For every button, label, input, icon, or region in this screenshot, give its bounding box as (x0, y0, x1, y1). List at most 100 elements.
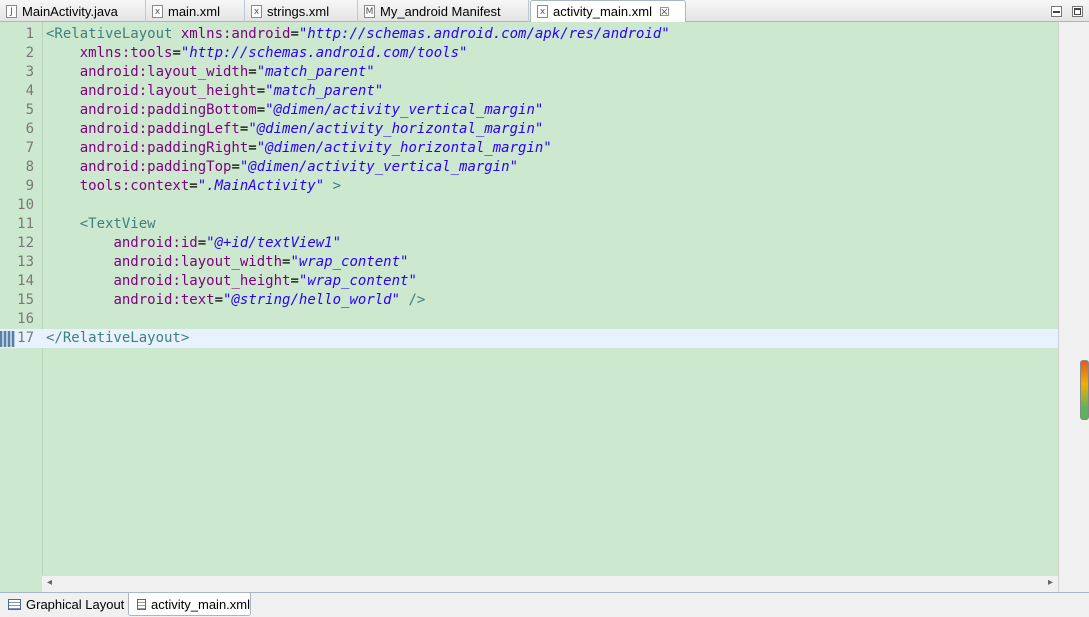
code-line[interactable]: 17 </RelativeLayout> (0, 329, 1058, 348)
xml-value-token: "@dimen/activity_horizontal_margin" (248, 121, 544, 137)
tab-label: activity_main.xml (553, 4, 652, 19)
code-line[interactable]: 7 android:paddingRight="@dimen/activity_… (0, 139, 1058, 158)
code-line[interactable]: 2 xmlns:tools="http://schemas.android.co… (0, 44, 1058, 63)
line-number: 15 (17, 292, 34, 308)
code-text: android:paddingLeft="@dimen/activity_hor… (46, 120, 544, 139)
code-line[interactable]: 4 android:layout_height="match_parent" (0, 82, 1058, 101)
xml-value-token: "@dimen/activity_vertical_margin" (239, 159, 519, 175)
code-text: android:layout_height="wrap_content" (46, 272, 417, 291)
code-line[interactable]: 11 <TextView (0, 215, 1058, 234)
text-token: = (231, 159, 240, 175)
layout-icon (8, 599, 21, 610)
line-number: 17 (17, 330, 34, 346)
text-token: = (248, 140, 257, 156)
xml-file-icon: x (152, 4, 163, 18)
text-token: = (290, 273, 299, 289)
code-text: android:layout_width="wrap_content" (46, 253, 408, 272)
tab-activity-main-xml[interactable]: x activity_main.xml ☒ (530, 0, 686, 22)
code-text: <TextView (46, 215, 156, 234)
tab-xml-source[interactable]: activity_main.xml (128, 593, 251, 616)
code-line[interactable]: 16 (0, 310, 1058, 329)
xml-value-token: "match_parent" (265, 83, 384, 99)
code-line[interactable]: 9 tools:context=".MainActivity" > (0, 177, 1058, 196)
line-number: 3 (25, 64, 34, 80)
xml-source-icon (137, 598, 147, 610)
line-number: 10 (17, 197, 34, 213)
code-line[interactable]: 3 android:layout_width="match_parent" (0, 63, 1058, 82)
text-token: = (214, 292, 224, 308)
text-token: = (197, 235, 207, 251)
scroll-left-arrow-icon[interactable]: ◂ (47, 577, 52, 588)
line-number: 6 (25, 121, 34, 137)
text-token: = (256, 83, 266, 99)
code-area[interactable]: 1 <RelativeLayout xmlns:android="http://s… (0, 25, 1058, 348)
xml-tag-token: /> (400, 292, 426, 308)
line-number: 8 (25, 159, 34, 175)
line-number: 1 (25, 26, 34, 42)
xml-attribute-token: android:paddingBottom (79, 102, 257, 118)
tab-graphical-layout[interactable]: Graphical Layout (0, 593, 128, 616)
xml-attribute-token: android:layout_height (79, 83, 257, 99)
maximize-button[interactable] (1072, 5, 1083, 17)
line-number: 16 (17, 311, 34, 327)
close-tab-icon[interactable]: ☒ (659, 5, 670, 19)
text-token: = (189, 178, 198, 194)
code-line[interactable]: 8 android:paddingTop="@dimen/activity_ve… (0, 158, 1058, 177)
xml-attribute-token: android:layout_width (79, 64, 249, 80)
xml-attribute-token: android:layout_height (113, 273, 291, 289)
tab-strings-xml[interactable]: x strings.xml (245, 0, 358, 22)
java-file-icon: J (6, 4, 17, 18)
tab-android-manifest[interactable]: M My_android Manifest (358, 0, 529, 22)
text-token: = (248, 64, 257, 80)
xml-value-token: "@+id/textView1" (206, 235, 342, 251)
xml-tag-token: <RelativeLayout (46, 26, 181, 42)
xml-value-token: "@dimen/activity_horizontal_margin" (256, 140, 552, 156)
code-text: <RelativeLayout xmlns:android="http://sc… (46, 25, 670, 44)
text-token: = (290, 26, 299, 42)
tab-main-xml[interactable]: x main.xml (146, 0, 245, 22)
manifest-file-icon: M (364, 4, 375, 18)
text-token: = (256, 102, 266, 118)
xml-value-token: "wrap_content" (298, 273, 417, 289)
text-token: = (172, 45, 181, 61)
line-number: 11 (17, 216, 34, 232)
xml-tag-token: > (324, 178, 342, 194)
code-line[interactable]: 6 android:paddingLeft="@dimen/activity_h… (0, 120, 1058, 139)
xml-attribute-token: xmlns:android (180, 26, 291, 42)
xml-value-token: "http://schemas.android.com/tools" (180, 45, 468, 61)
code-line[interactable]: 13 android:layout_width="wrap_content" (0, 253, 1058, 272)
tab-label: My_android Manifest (380, 3, 501, 19)
code-line[interactable]: 10 (0, 196, 1058, 215)
code-line[interactable]: 15 android:text="@string/hello_world" /> (0, 291, 1058, 310)
scroll-right-arrow-icon[interactable]: ▸ (1048, 577, 1053, 588)
minimize-button[interactable] (1051, 5, 1062, 17)
xml-value-token: "http://schemas.android.com/apk/res/andr… (298, 26, 670, 42)
code-text: android:paddingTop="@dimen/activity_vert… (46, 158, 518, 177)
xml-attribute-token: android:id (113, 235, 198, 251)
window-controls (1051, 0, 1083, 22)
horizontal-scrollbar[interactable]: ◂ ▸ (42, 575, 1058, 592)
line-number: 14 (17, 273, 34, 289)
code-text: android:text="@string/hello_world" /> (46, 291, 425, 310)
line-number: 4 (25, 83, 34, 99)
code-line[interactable]: 5 android:paddingBottom="@dimen/activity… (0, 101, 1058, 120)
code-line[interactable]: 12 android:id="@+id/textView1" (0, 234, 1058, 253)
xml-tag-token: <TextView (79, 216, 156, 232)
code-text: android:layout_height="match_parent" (46, 82, 383, 101)
code-line[interactable]: 1 <RelativeLayout xmlns:android="http://s… (0, 25, 1058, 44)
xml-value-token: "@string/hello_world" (223, 292, 401, 308)
vertical-scrollbar[interactable] (1058, 22, 1089, 592)
code-text: android:paddingBottom="@dimen/activity_v… (46, 101, 544, 120)
editor-bottom-tab-bar: Graphical Layout activity_main.xml (0, 592, 1089, 617)
xml-attribute-token: android:paddingLeft (79, 121, 240, 137)
code-line[interactable]: 14 android:layout_height="wrap_content" (0, 272, 1058, 291)
code-text: android:paddingRight="@dimen/activity_ho… (46, 139, 552, 158)
tab-mainactivity-java[interactable]: J MainActivity.java (0, 0, 146, 22)
xml-source-editor[interactable]: 1 <RelativeLayout xmlns:android="http://s… (0, 22, 1089, 592)
overview-ruler-indicator[interactable] (1080, 360, 1089, 420)
